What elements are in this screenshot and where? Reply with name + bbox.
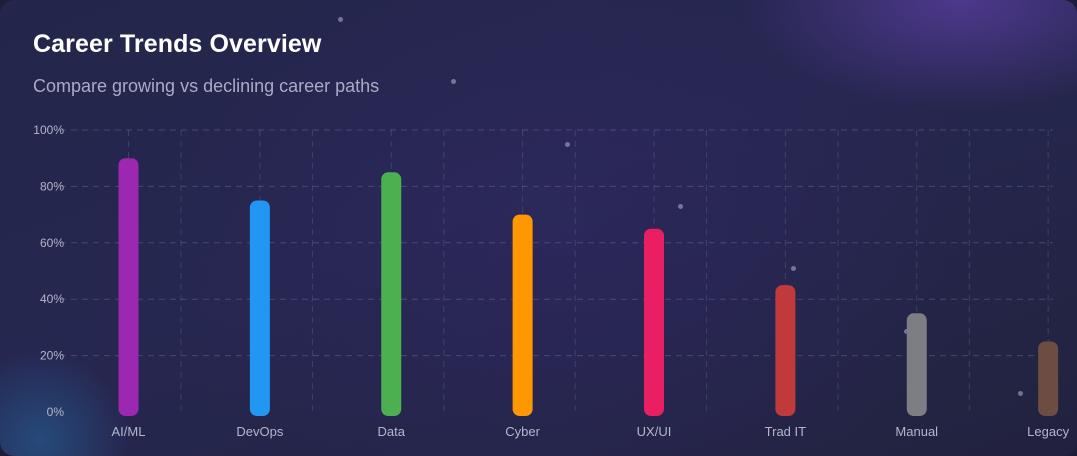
y-tick-label: 20%	[40, 349, 64, 363]
bar-devops	[249, 200, 270, 416]
bar-ai-ml	[118, 158, 139, 416]
bar-ux-ui	[644, 228, 664, 416]
bar-legacy	[1038, 341, 1059, 416]
x-tick-label: DevOps	[236, 424, 283, 439]
y-tick-label: 0%	[47, 405, 65, 419]
bar-cyber	[512, 214, 533, 416]
y-tick-label: 40%	[40, 292, 64, 306]
y-tick-label: 100%	[33, 123, 64, 137]
bar-trad-it	[775, 285, 796, 416]
y-tick-label: 80%	[40, 179, 64, 193]
bar-data	[381, 172, 402, 416]
x-tick-label: UX/UI	[637, 424, 672, 439]
x-tick-label: Legacy	[1027, 424, 1069, 439]
x-tick-label: AI/ML	[112, 424, 146, 439]
y-tick-label: 60%	[40, 236, 64, 250]
x-tick-label: Data	[378, 424, 406, 439]
bar-chart: 0% 20% 40% 60% 80% 100% AI/ML DevOps Data Cyber UX…	[33, 123, 1069, 439]
x-tick-label: Trad IT	[765, 424, 806, 439]
x-tick-label: Cyber	[505, 424, 540, 439]
chart-card: Career Trends Overview Compare growing v…	[0, 0, 1077, 456]
x-tick-label: Manual	[895, 424, 938, 439]
bar-manual	[906, 313, 927, 416]
